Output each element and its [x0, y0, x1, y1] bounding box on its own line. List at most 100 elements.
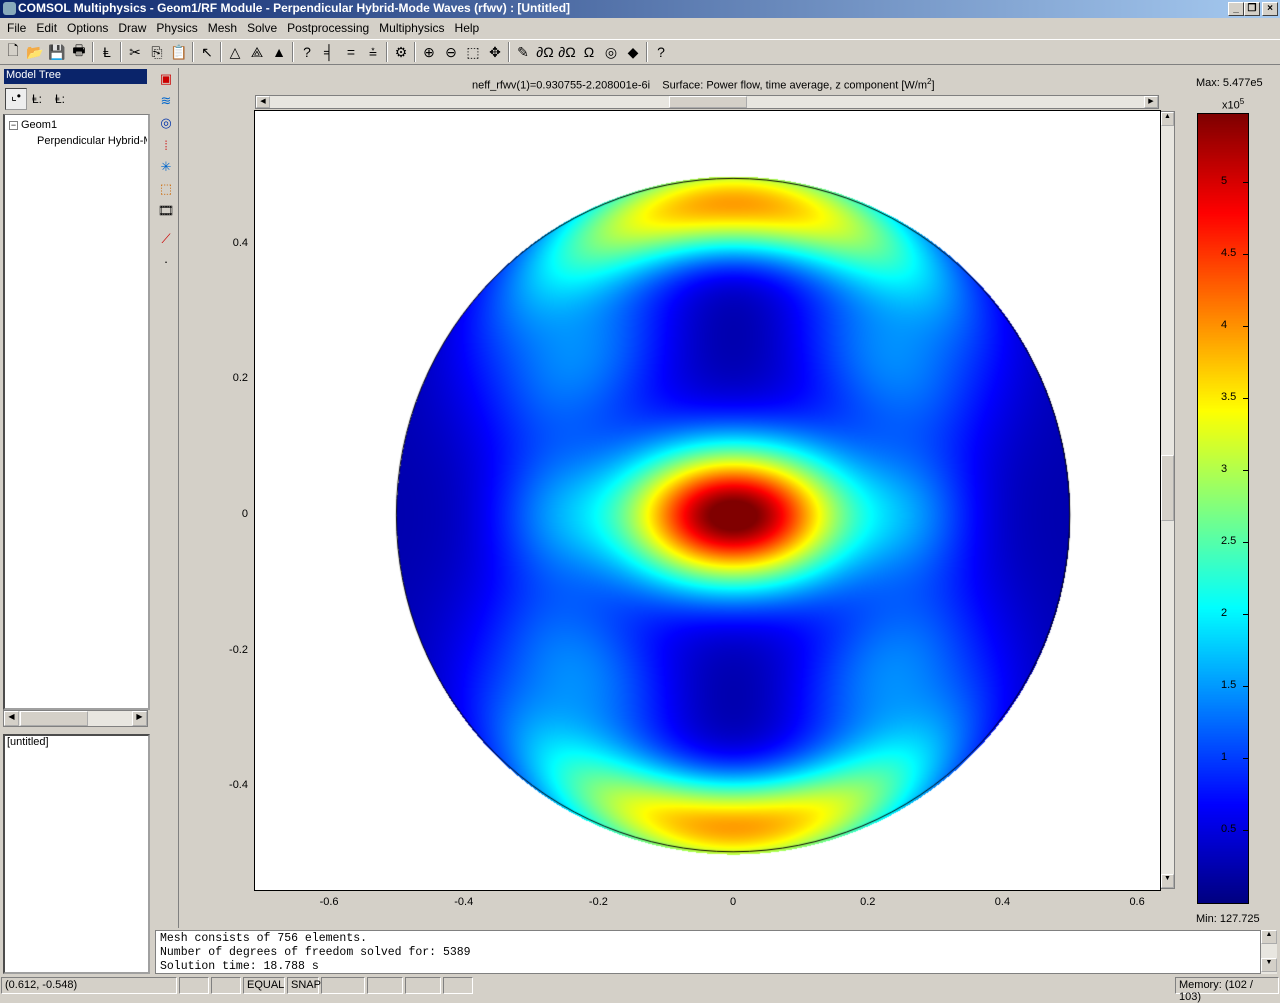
boundary-plot-icon[interactable]: ◎ [155, 112, 177, 134]
colorbar-max: Max: 5.477e5 [1196, 77, 1263, 89]
restore-button[interactable]: ❐ [1244, 2, 1260, 16]
colorbar [1197, 113, 1249, 904]
zoom-window-icon[interactable]: ⬚ [462, 41, 484, 63]
menu-help[interactable]: Help [450, 21, 485, 38]
tree-full-icon[interactable]: Ⱡ: [55, 92, 65, 106]
colorbar-tick-label: 4.5 [1221, 246, 1237, 259]
colorbar-min: Min: 127.725 [1196, 913, 1260, 925]
menu-multiphysics[interactable]: Multiphysics [374, 21, 449, 38]
menu-mesh[interactable]: Mesh [203, 21, 242, 38]
menu-physics[interactable]: Physics [151, 21, 202, 38]
tree-horizontal-scrollbar[interactable]: ◀ ▶ [3, 710, 148, 727]
tree-item-geom1[interactable]: Geom1 [21, 119, 57, 131]
menu-file[interactable]: File [2, 21, 31, 38]
menu-edit[interactable]: Edit [31, 21, 62, 38]
edge-settings-icon[interactable]: ╡ [318, 41, 340, 63]
plot-vertical-scrollbar[interactable]: ▲ ▼ [1160, 111, 1175, 889]
print-icon[interactable]: 🖶 [68, 41, 90, 63]
menu-solve[interactable]: Solve [242, 21, 282, 38]
y-tick-label: 0.2 [232, 372, 248, 385]
status-cell [443, 977, 473, 994]
x-tick-label: 0.2 [860, 896, 876, 908]
copy-icon[interactable]: ⎘ [146, 41, 168, 63]
zoom-extents-icon[interactable]: ✥ [484, 41, 506, 63]
boundary-settings-icon[interactable]: = [340, 41, 362, 63]
window-title: COMSOL Multiphysics - Geom1/RF Module - … [18, 1, 571, 15]
toolbar-separator [192, 42, 194, 62]
colorbar-tick [1243, 469, 1248, 471]
subdomain-mode-icon[interactable]: ∂Ω [556, 41, 578, 63]
line-plot-icon[interactable]: ⟋ [155, 228, 177, 250]
save-icon[interactable]: 💾 [46, 41, 68, 63]
colorbar-tick-label: 1 [1221, 751, 1228, 764]
collapse-icon[interactable]: − [9, 121, 18, 130]
boundary-mode-icon[interactable]: ∂Ω [534, 41, 556, 63]
principal-plot-icon[interactable]: ✳ [155, 156, 177, 178]
cut-icon[interactable]: ✂ [124, 41, 146, 63]
arrow-plot-icon[interactable]: ⁞ [155, 134, 177, 156]
toolbar-separator [120, 42, 122, 62]
unit-end: ] [931, 79, 935, 92]
subdomain-settings-icon[interactable]: ⩮ [362, 41, 384, 63]
help-icon[interactable]: ? [650, 41, 672, 63]
status-cell [367, 977, 403, 994]
zoom-in-icon[interactable]: ⊕ [418, 41, 440, 63]
status-cell [321, 977, 365, 994]
surface-plot[interactable] [255, 111, 1160, 890]
point-settings-icon[interactable]: ? [296, 41, 318, 63]
colorbar-tick [1243, 253, 1248, 255]
x-tick-label: 0.4 [994, 896, 1011, 908]
tree-view-icon[interactable]: ⌞• [5, 88, 27, 110]
scale-exponent: 5 [1239, 97, 1245, 106]
main-toolbar: 🗋 📂 💾 🖶 Ⱡ ✂ ⎘ 📋 ↖ △ ⟁ ▲? ╡ = ⩮ ⚙ ⊕ ⊖ ⬚ ✥ ✎ ∂Ω ∂Ω Ω ◎ ◆? [0, 39, 1280, 65]
select-icon[interactable]: ↖ [196, 41, 218, 63]
close-button[interactable]: × [1262, 2, 1278, 16]
mesh-mode-icon[interactable]: ◎ [600, 41, 622, 63]
title-bar: COMSOL Multiphysics - Geom1/RF Module - … [0, 0, 1280, 18]
refine-mesh-icon[interactable]: ▲ [268, 41, 290, 63]
menu-bar: File Edit Options Draw Physics Mesh Solve Postp… [0, 18, 1280, 38]
plot-toolbar: ▣ ≋ ◎ ⁞ ✳ ⬚ 🎞 ⟋ · [155, 68, 179, 928]
message-log: Mesh consists of 756 elements. Number of… [155, 930, 1261, 974]
new-icon[interactable]: 🗋 [2, 41, 24, 63]
plot-horizontal-scrollbar[interactable]: ◀ ▶ [255, 95, 1159, 109]
plot-area[interactable] [254, 110, 1161, 891]
x-tick-label: 0 [730, 896, 737, 908]
colorbar-tick-label: 5 [1221, 174, 1228, 187]
animate-icon[interactable]: 🎞 [155, 200, 177, 222]
tree-detail-icon[interactable]: Ⱡ: [32, 92, 42, 106]
plot-title: neff_rfwv(1)=0.930755-2.208001e-6i Surfa… [472, 77, 935, 92]
snap-toggle[interactable]: SNAP [287, 977, 321, 994]
message-line: Mesh consists of 756 elements. [160, 932, 368, 945]
message-line: Number of degrees of freedom solved for:… [160, 946, 471, 959]
contour-plot-icon[interactable]: ≋ [155, 90, 177, 112]
menu-options[interactable]: Options [62, 21, 113, 38]
scalar-variables-icon[interactable]: ✎ [512, 41, 534, 63]
mesh-icon[interactable]: ⟁ [246, 41, 268, 63]
surface-plot-icon[interactable]: ▣ [155, 68, 177, 90]
solve-icon[interactable]: ⚙ [390, 41, 412, 63]
colorbar-tick-label: 2 [1221, 607, 1228, 619]
equal-toggle[interactable]: EQUAL [243, 977, 285, 994]
point-plot-icon[interactable]: · [155, 250, 177, 272]
paste-icon[interactable]: 📋 [168, 41, 190, 63]
menu-postprocessing[interactable]: Postprocessing [282, 21, 374, 38]
tree-item-application-mode[interactable]: Perpendicular Hybrid-Mode Waves (rfwv) [37, 135, 147, 147]
x-tick-label: 0.6 [1129, 896, 1145, 908]
minimize-button[interactable]: _ [1228, 2, 1244, 16]
menu-draw[interactable]: Draw [113, 21, 151, 38]
model-tree-icon[interactable]: Ⱡ [96, 41, 118, 63]
open-icon[interactable]: 📂 [24, 41, 46, 63]
draw-triangle-icon[interactable]: △ [224, 41, 246, 63]
y-tick-label: -0.2 [229, 643, 248, 656]
toolbar-separator [92, 42, 94, 62]
message-scrollbar[interactable]: ▲ ▼ [1261, 930, 1277, 974]
zoom-out-icon[interactable]: ⊖ [440, 41, 462, 63]
toolbar-separator [292, 42, 294, 62]
postprocessing-mode-icon[interactable]: ◆ [622, 41, 644, 63]
toolbar-separator [414, 42, 416, 62]
toolbar-separator [508, 42, 510, 62]
coordinate-readout: (0.612, -0.548) [1, 977, 177, 994]
deformed-plot-icon[interactable]: ⬚ [155, 178, 177, 200]
point-mode-icon[interactable]: Ω [578, 41, 600, 63]
